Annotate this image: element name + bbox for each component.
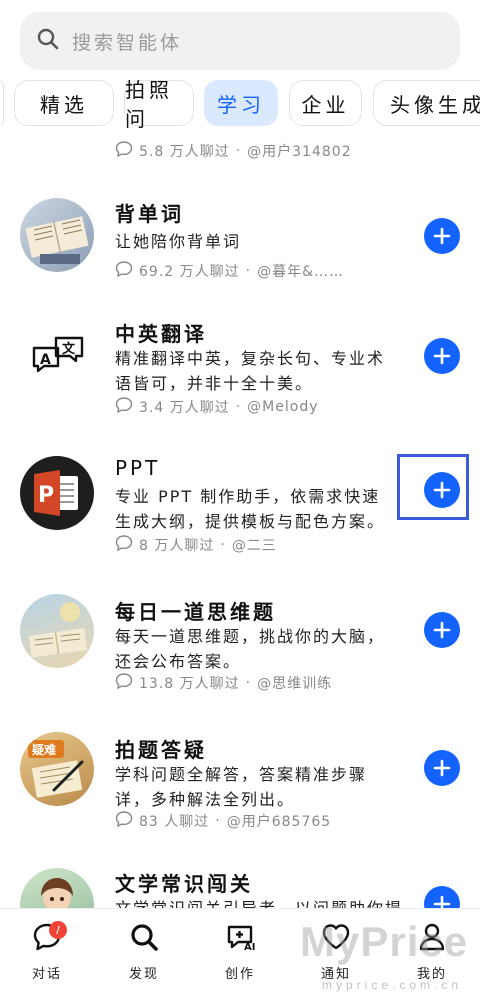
add-agent-button[interactable] <box>424 750 460 786</box>
add-agent-button[interactable] <box>424 218 460 254</box>
meta-dot: · <box>245 263 252 279</box>
tab-enterprise[interactable]: 企业 <box>289 80 362 126</box>
chat-count: 13.8 万人聊过 <box>139 676 240 692</box>
nav-label: 对话 <box>31 967 62 982</box>
agent-title: PPT <box>115 456 161 480</box>
chat-count: 5.8 万人聊过 <box>139 144 230 160</box>
watermark-brand: MyPrice <box>300 918 469 965</box>
avatar: A文 <box>20 318 94 392</box>
list-item[interactable]: 疑难 拍题答疑 学科问题全解答，答案精准步骤详，多种解法全列出。 83 人聊过 … <box>0 730 480 870</box>
list-item[interactable]: A文 中英翻译 精准翻译中英，复杂长句、专业术语皆可，并非十全十美。 3.4 万… <box>0 314 480 454</box>
plus-icon <box>433 227 451 245</box>
avatar: 疑难 <box>20 732 94 806</box>
agent-title: 背单词 <box>115 202 184 226</box>
svg-text:疑难: 疑难 <box>32 742 56 757</box>
plus-icon <box>433 759 451 777</box>
plus-icon <box>433 621 451 639</box>
search-bar[interactable]: 搜索智能体 <box>20 12 460 70</box>
svg-text:A: A <box>40 352 51 368</box>
translate-icon: A文 <box>32 336 84 373</box>
tab-photo-ask[interactable]: 拍照问 <box>124 80 194 128</box>
unread-badge: / <box>49 921 67 939</box>
agent-desc: 每天一道思维题，挑战你的大脑，还会公布答案。 <box>115 627 386 671</box>
avatar: P <box>20 456 94 530</box>
category-tabs: 精选 拍照问 学习 企业 头像生成 <box>0 80 480 128</box>
chat-bubble-icon <box>115 810 133 832</box>
watermark-url: myprice.com.cn <box>322 978 463 992</box>
meta-dot: · <box>245 675 252 691</box>
svg-text:P: P <box>38 483 54 508</box>
chat-count: 83 人聊过 <box>139 814 210 830</box>
powerpoint-icon: P <box>34 470 78 516</box>
search-input[interactable]: 搜索智能体 <box>72 28 182 55</box>
plus-icon <box>433 481 451 499</box>
nav-chat[interactable]: / 对话 <box>17 921 77 982</box>
author: @用户314802 <box>247 144 352 160</box>
meta-dot: · <box>235 143 242 159</box>
author: @暮年&…… <box>257 264 344 280</box>
agent-desc: 精准翻译中英，复杂长句、专业术语皆可，并非十全十美。 <box>115 349 386 393</box>
tab-featured[interactable]: 精选 <box>14 80 114 126</box>
agent-title: 文学常识闯关 <box>115 872 253 896</box>
agent-meta: 13.8 万人聊过 · @思维训练 <box>115 672 332 694</box>
nav-create[interactable]: AI 创作 <box>210 921 270 982</box>
author: @二三 <box>231 538 277 554</box>
agent-meta: 8 万人聊过 · @二三 <box>115 534 277 556</box>
add-agent-button[interactable] <box>424 338 460 374</box>
meta-dot: · <box>215 813 221 829</box>
create-ai-icon: AI <box>224 921 256 957</box>
list-item[interactable]: 背单词 让她陪你背单词 69.2 万人聊过 · @暮年&…… <box>0 194 480 314</box>
agent-desc: 专业 PPT 制作助手，依需求快速生成大纲，提供模板与配色方案。 <box>115 487 386 531</box>
agent-desc: 学科问题全解答，答案精准步骤详，多种解法全列出。 <box>115 765 368 809</box>
list-item[interactable]: 每日一道思维题 每天一道思维题，挑战你的大脑，还会公布答案。 13.8 万人聊过… <box>0 592 480 732</box>
list-item[interactable]: P PPT 专业 PPT 制作助手，依需求快速生成大纲，提供模板与配色方案。 8… <box>0 454 480 594</box>
search-icon <box>36 27 60 55</box>
author: @用户685765 <box>226 814 332 830</box>
agent-title: 中英翻译 <box>115 322 207 346</box>
meta-dot: · <box>220 537 226 553</box>
agent-list: 5.8 万人聊过 · @用户314802 背单词 让她陪你背单词 69.2 万人… <box>0 128 480 908</box>
tab-offscreen[interactable] <box>0 80 4 126</box>
agent-meta: 69.2 万人聊过 · @暮年&…… <box>115 260 344 282</box>
chat-bubble-icon <box>115 672 133 694</box>
avatar <box>20 868 94 908</box>
chat-bubble-icon <box>115 140 133 162</box>
add-agent-button[interactable] <box>424 472 460 508</box>
agent-title: 每日一道思维题 <box>115 600 276 624</box>
agent-meta: 3.4 万人聊过 · @Melody <box>115 396 319 418</box>
agent-desc: 让她陪你背单词 <box>115 232 242 251</box>
add-agent-button[interactable] <box>424 612 460 648</box>
tab-avatar-gen[interactable]: 头像生成 <box>373 80 480 126</box>
add-agent-button[interactable] <box>424 886 460 908</box>
agent-meta: 83 人聊过 · @用户685765 <box>115 810 331 832</box>
chat-bubble-icon <box>115 260 133 282</box>
nav-label: 发现 <box>128 967 159 982</box>
prev-item-meta: 5.8 万人聊过 · @用户314802 <box>115 140 352 162</box>
avatar <box>20 594 94 668</box>
chat-count: 69.2 万人聊过 <box>139 264 240 280</box>
agent-title: 拍题答疑 <box>115 738 207 762</box>
tab-study[interactable]: 学习 <box>204 80 278 126</box>
svg-text:AI: AI <box>244 942 255 953</box>
nav-discover[interactable]: 发现 <box>114 921 174 982</box>
plus-icon <box>433 347 451 365</box>
chat-count: 8 万人聊过 <box>139 538 215 554</box>
search-icon <box>128 921 160 957</box>
meta-dot: · <box>235 399 242 415</box>
author: @思维训练 <box>257 676 333 692</box>
chat-bubble-icon <box>115 396 133 418</box>
list-item[interactable]: 文学常识闯关 文学常识闯关引导者，以问题助你提 <box>0 868 480 908</box>
nav-label: 创作 <box>224 967 255 982</box>
author: @Melody <box>247 399 319 415</box>
chat-count: 3.4 万人聊过 <box>139 400 230 416</box>
agent-desc: 文学常识闯关引导者，以问题助你提 <box>115 896 415 908</box>
avatar <box>20 198 94 272</box>
plus-icon <box>433 895 451 908</box>
svg-text:文: 文 <box>62 341 76 357</box>
chat-bubble-icon <box>115 534 133 556</box>
